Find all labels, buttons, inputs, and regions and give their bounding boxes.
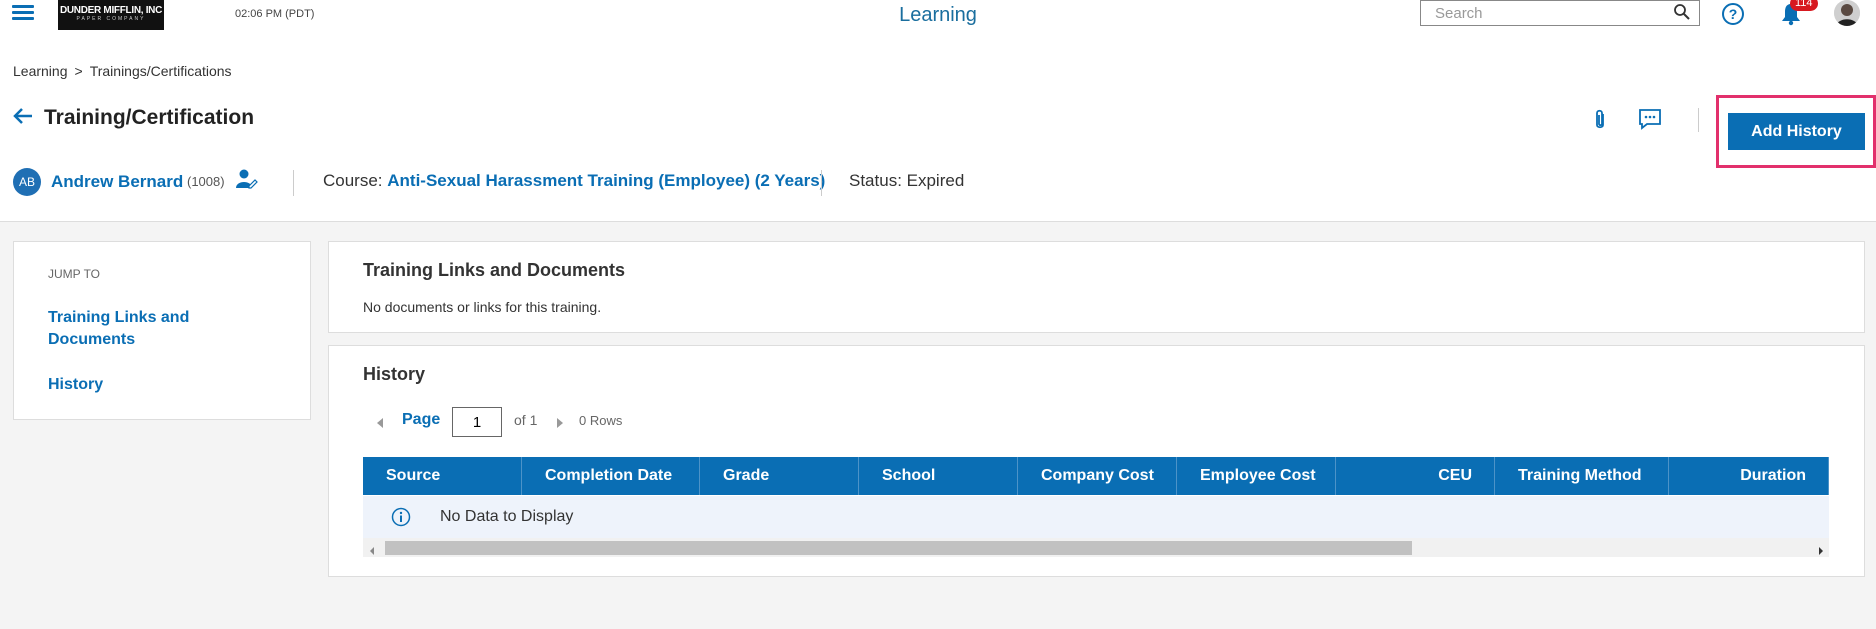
status-text: Status: Expired: [849, 171, 965, 190]
search-input[interactable]: [1421, 1, 1661, 25]
page-count: of 1: [514, 412, 538, 428]
no-data-row: No Data to Display: [363, 496, 1829, 538]
jump-to-label: JUMP TO: [48, 267, 101, 281]
page-title: Training/Certification: [44, 106, 255, 129]
breadcrumb-learning[interactable]: Learning: [13, 63, 68, 79]
history-table-header: Source Completion Date Grade School Comp…: [363, 457, 1829, 495]
svg-text:?: ?: [1729, 6, 1738, 22]
search-icon[interactable]: [1673, 3, 1691, 26]
column-completion-date[interactable]: Completion Date: [522, 457, 700, 495]
course-label: Course:: [323, 171, 383, 190]
documents-empty-text: No documents or links for this training.: [363, 299, 602, 315]
scrollbar-thumb[interactable]: [385, 541, 1412, 555]
company-logo[interactable]: DUNDER MIFFLIN, INC PAPER COMPANY: [58, 0, 164, 30]
add-history-button[interactable]: Add History: [1728, 113, 1865, 150]
employee-profile-icon[interactable]: [236, 168, 258, 195]
breadcrumb-separator: >: [74, 63, 83, 79]
documents-card: Training Links and Documents No document…: [328, 241, 1865, 333]
column-employee-cost[interactable]: Employee Cost: [1177, 457, 1336, 495]
page-label: Page: [402, 411, 441, 428]
page-header: Learning > Trainings/Certifications Traini…: [0, 30, 1876, 222]
current-time: 02:06 PM (PDT): [235, 8, 315, 20]
user-avatar[interactable]: [1834, 0, 1860, 26]
info-icon: [391, 507, 411, 532]
comment-icon[interactable]: [1638, 108, 1662, 135]
logo-text: DUNDER MIFFLIN, INC: [59, 5, 163, 16]
scroll-right-icon[interactable]: [1818, 543, 1824, 561]
jump-to-panel: JUMP TO Training Links and Documents His…: [13, 241, 311, 420]
column-duration[interactable]: Duration: [1669, 457, 1829, 495]
breadcrumb: Learning > Trainings/Certifications: [13, 63, 232, 79]
column-school[interactable]: School: [859, 457, 1018, 495]
column-source[interactable]: Source: [363, 457, 522, 495]
column-grade[interactable]: Grade: [700, 457, 859, 495]
top-bar: DUNDER MIFFLIN, INC PAPER COMPANY 02:06 …: [0, 0, 1876, 30]
menu-icon[interactable]: [12, 2, 34, 24]
help-icon[interactable]: ?: [1721, 2, 1745, 31]
course-link[interactable]: Anti-Sexual Harassment Training (Employe…: [387, 171, 825, 190]
divider: [1698, 108, 1699, 132]
next-page-icon[interactable]: [556, 416, 564, 434]
history-card-title: History: [363, 364, 426, 384]
column-company-cost[interactable]: Company Cost: [1018, 457, 1177, 495]
course-info: Course: Anti-Sexual Harassment Training …: [323, 171, 825, 191]
previous-page-icon[interactable]: [376, 416, 384, 434]
documents-card-title: Training Links and Documents: [363, 260, 626, 280]
paperclip-icon[interactable]: [1592, 108, 1608, 137]
column-training-method[interactable]: Training Method: [1495, 457, 1669, 495]
notification-badge: 114: [1790, 0, 1818, 11]
no-data-text: No Data to Display: [440, 508, 574, 525]
search-box: [1420, 0, 1700, 26]
divider: [821, 170, 822, 196]
jump-link-training-documents[interactable]: Training Links and Documents: [48, 307, 248, 351]
employee-name-link[interactable]: Andrew Bernard: [51, 172, 183, 192]
page-number-input[interactable]: [452, 407, 502, 437]
employee-avatar: AB: [13, 168, 41, 196]
jump-link-history[interactable]: History: [48, 374, 103, 396]
breadcrumb-trainings[interactable]: Trainings/Certifications: [90, 63, 232, 79]
column-ceu[interactable]: CEU: [1336, 457, 1495, 495]
divider: [293, 170, 294, 196]
horizontal-scrollbar[interactable]: [363, 538, 1829, 557]
logo-subtext: PAPER COMPANY: [76, 16, 146, 22]
row-count: 0 Rows: [579, 413, 623, 428]
employee-id: (1008): [187, 174, 225, 189]
back-arrow-icon[interactable]: [12, 107, 34, 130]
scroll-left-icon[interactable]: [369, 543, 375, 561]
